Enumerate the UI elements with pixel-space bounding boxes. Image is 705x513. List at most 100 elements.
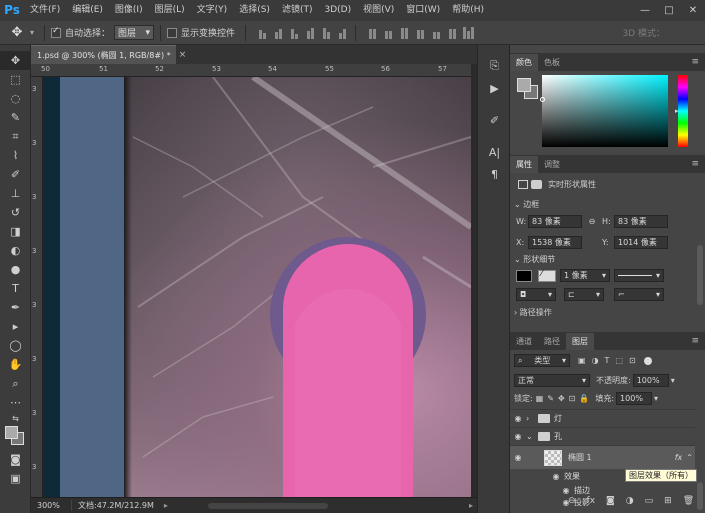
tab-channels[interactable]: 通道 <box>510 333 538 350</box>
tab-adjustments[interactable]: 调整 <box>538 156 566 173</box>
layer-row-group-hole[interactable]: ◉ ⌄ 孔 <box>510 427 695 445</box>
menu-type[interactable]: 文字(Y) <box>191 0 234 21</box>
lasso-tool-icon[interactable]: ◌ <box>0 89 31 108</box>
lock-pixels-icon[interactable]: ✎ <box>547 394 554 403</box>
status-menu-icon[interactable]: ▸ <box>164 501 168 510</box>
menu-view[interactable]: 视图(V) <box>357 0 400 21</box>
eraser-tool-icon[interactable]: ◨ <box>0 222 31 241</box>
pen-tool-icon[interactable]: ✒ <box>0 298 31 317</box>
chevron-down-icon[interactable]: ▾ <box>654 394 658 403</box>
paint-bucket-tool-icon[interactable]: ◐ <box>0 241 31 260</box>
tab-swatches[interactable]: 色板 <box>538 54 566 71</box>
eyedropper-tool-icon[interactable]: ⌇ <box>0 146 31 165</box>
layer-fx-badge[interactable]: fx <box>675 453 683 462</box>
ruler-vertical[interactable]: 3 3 3 3 3 3 3 3 <box>31 77 43 497</box>
move-tool-icon[interactable]: ✥ <box>0 51 31 70</box>
height-field[interactable]: 83 像素 <box>614 215 668 228</box>
swap-colors-icon[interactable]: ⇆ <box>0 412 31 424</box>
blend-mode-select[interactable]: 正常 ▾ <box>514 374 590 387</box>
tab-paths[interactable]: 路径 <box>538 333 566 350</box>
color-swatches[interactable] <box>0 424 31 450</box>
visibility-eye-icon[interactable]: ◉ <box>510 453 526 462</box>
align-left-icon[interactable] <box>304 26 317 39</box>
hue-slider-handle-icon[interactable]: ▸ <box>675 107 679 115</box>
visibility-eye-icon[interactable]: ◉ <box>548 472 564 481</box>
x-field[interactable]: 1538 像素 <box>528 236 582 249</box>
menu-edit[interactable]: 编辑(E) <box>66 0 109 21</box>
menu-image[interactable]: 图像(I) <box>109 0 149 21</box>
brush-tool-icon[interactable]: ✐ <box>0 165 31 184</box>
zoom-tool-icon[interactable]: ⌕ <box>0 374 31 393</box>
quick-mask-icon[interactable]: ◙ <box>0 450 31 469</box>
document-size-info[interactable]: 文档:47.2M/212.9M <box>71 500 154 511</box>
delete-layer-icon[interactable]: 🗑 <box>683 496 694 508</box>
visibility-eye-icon[interactable]: ◉ <box>510 414 526 423</box>
lock-position-icon[interactable]: ✥ <box>558 394 565 403</box>
document-canvas[interactable] <box>43 77 471 497</box>
filter-type-icon[interactable]: T <box>605 356 610 365</box>
preset-dropdown-icon[interactable]: ▾ <box>30 28 34 37</box>
tab-layers[interactable]: 图层 <box>566 333 594 350</box>
brush-settings-icon[interactable]: ✐ <box>478 109 511 131</box>
properties-scrollbar[interactable] <box>697 245 703 305</box>
align-top-icon[interactable] <box>256 26 269 39</box>
hue-slider[interactable] <box>678 75 688 147</box>
dodge-tool-icon[interactable]: ● <box>0 260 31 279</box>
chevron-right-icon[interactable]: › <box>526 414 534 423</box>
distribute-right-icon[interactable] <box>446 26 459 39</box>
stroke-type-select[interactable]: ▾ <box>614 269 664 282</box>
panel-menu-icon[interactable]: ≡ <box>691 57 699 67</box>
lock-artboard-icon[interactable]: ⊡ <box>569 394 576 403</box>
screen-mode-icon[interactable]: ▣ <box>0 469 31 488</box>
add-style-icon[interactable]: fx <box>587 496 596 508</box>
horizontal-scrollbar[interactable] <box>207 502 328 509</box>
new-layer-icon[interactable]: ⊞ <box>664 496 672 508</box>
chevron-down-icon[interactable]: ⌄ <box>526 432 534 441</box>
quick-select-tool-icon[interactable]: ✎ <box>0 108 31 127</box>
width-field[interactable]: 83 像素 <box>528 215 582 228</box>
panel-menu-icon[interactable]: ≡ <box>691 336 699 346</box>
distribute-bottom-icon[interactable] <box>398 26 411 39</box>
crop-tool-icon[interactable]: ⌗ <box>0 127 31 146</box>
shape-detail-section-header[interactable]: ⌄ 形状细节 <box>514 254 555 265</box>
zoom-level[interactable]: 300% <box>31 501 71 510</box>
character-panel-icon[interactable]: A| <box>478 141 511 163</box>
layer-row-group-lamp[interactable]: ◉ › 灯 <box>510 409 695 427</box>
tab-color[interactable]: 颜色 <box>510 54 538 71</box>
close-icon[interactable]: × <box>179 50 187 60</box>
minimize-button[interactable]: — <box>633 0 657 21</box>
link-layers-icon[interactable]: ⊖ <box>568 496 576 508</box>
visibility-eye-icon[interactable]: ◉ <box>558 486 574 495</box>
ruler-horizontal[interactable]: 50 51 52 53 54 55 56 57 <box>31 64 477 77</box>
layer-filter-select[interactable]: ⌕ 类型 ▾ <box>514 354 570 367</box>
distribute-hcenter-icon[interactable] <box>430 26 443 39</box>
document-tab[interactable]: 1.psd @ 300% (椭圆 1, RGB/8#) * × <box>31 45 186 64</box>
marquee-tool-icon[interactable]: ⬚ <box>0 70 31 89</box>
menu-window[interactable]: 窗口(W) <box>400 0 446 21</box>
menu-help[interactable]: 帮助(H) <box>446 0 490 21</box>
fill-color-swatch[interactable] <box>516 269 532 282</box>
stroke-section-header[interactable]: ⌄ 边框 <box>514 199 539 210</box>
color-picker-field[interactable] <box>542 75 668 147</box>
stroke-width-select[interactable]: 1 像素 ▾ <box>560 269 610 282</box>
y-field[interactable]: 1014 像素 <box>614 236 668 249</box>
menu-layer[interactable]: 图层(L) <box>149 0 191 21</box>
filter-pixel-icon[interactable]: ▣ <box>578 356 586 365</box>
actions-panel-icon[interactable]: ▶ <box>478 77 511 99</box>
fill-field[interactable]: 100% <box>616 392 653 405</box>
auto-align-icon[interactable] <box>462 26 475 39</box>
maximize-button[interactable]: □ <box>657 0 681 21</box>
distribute-top-icon[interactable] <box>366 26 379 39</box>
lock-transparent-icon[interactable]: ▦ <box>536 394 544 403</box>
auto-select-checkbox[interactable] <box>51 26 62 38</box>
filter-shape-icon[interactable]: ⬚ <box>615 356 623 365</box>
distribute-left-icon[interactable] <box>414 26 427 39</box>
layers-scrollbar[interactable] <box>697 482 703 510</box>
paragraph-panel-icon[interactable]: ¶ <box>478 163 511 185</box>
filter-toggle-icon[interactable] <box>643 356 652 365</box>
more-tools-icon[interactable]: ⋯ <box>0 393 31 412</box>
auto-select-target-select[interactable]: 图层 ▾ <box>114 25 155 40</box>
color-picker-cursor[interactable] <box>540 97 545 102</box>
ellipse-tool-icon[interactable]: ◯ <box>0 336 31 355</box>
history-panel-icon[interactable]: ⎘ <box>478 55 511 77</box>
